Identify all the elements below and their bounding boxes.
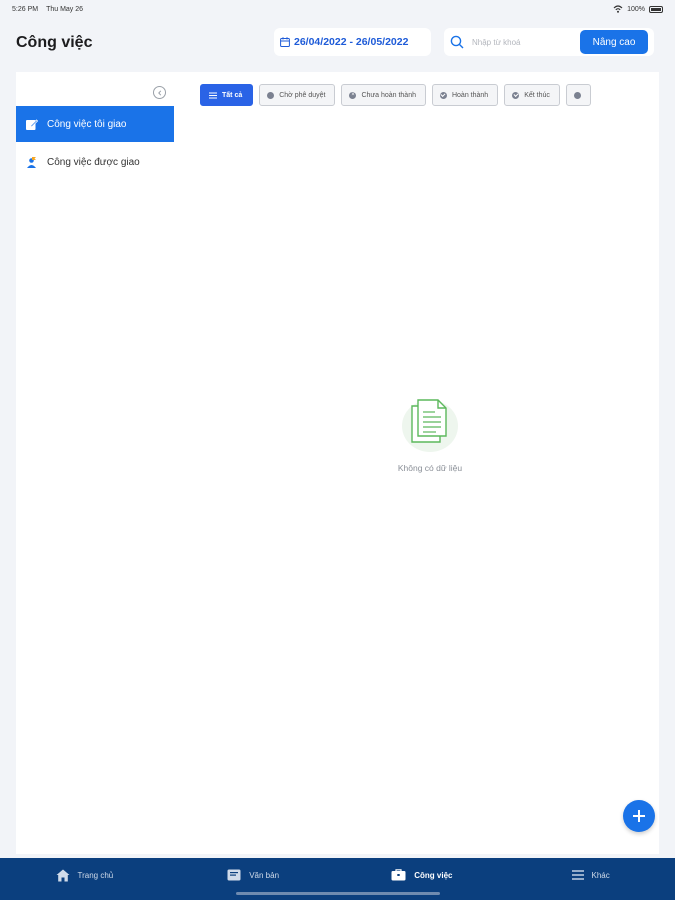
filter-chip-label: Chờ phê duyệt [279, 91, 326, 99]
home-indicator [236, 892, 440, 895]
filter-chip-label: Chưa hoàn thành [361, 91, 416, 99]
tab-label: Công việc [414, 870, 453, 880]
empty-state: Không có dữ liệu [370, 392, 490, 473]
filter-chip-finished[interactable]: Kết thúc [504, 84, 560, 106]
battery-icon [649, 5, 663, 13]
status-time: 5:26 PM [12, 5, 39, 13]
sidebar-item-assigned-by-me[interactable]: Công việc tôi giao [16, 106, 174, 142]
content-panel: Công việc tôi giao Công việc được giao T… [16, 72, 659, 854]
search-icon [450, 35, 464, 49]
sidebar-item-label: Công việc tôi giao [47, 118, 127, 130]
advanced-search-button[interactable]: Nâng cao [580, 30, 648, 54]
filter-chip-label: Kết thúc [524, 91, 550, 99]
page-title: Công việc [16, 34, 93, 51]
header: Công việc 26/04/2022 - 26/05/2022 Nâng c… [0, 22, 675, 64]
pending-icon [267, 91, 275, 99]
date-range-picker[interactable]: 26/04/2022 - 26/05/2022 [274, 28, 431, 56]
menu-icon [571, 870, 584, 880]
status-right: 100% [613, 5, 663, 13]
sidebar: Công việc tôi giao Công việc được giao [16, 72, 174, 854]
calendar-icon [280, 37, 290, 47]
tab-label: Khác [591, 870, 610, 880]
date-range-text: 26/04/2022 - 26/05/2022 [294, 36, 409, 48]
documents-icon [402, 399, 458, 452]
collapse-sidebar-icon[interactable] [153, 86, 166, 99]
wifi-icon [613, 5, 623, 13]
tab-home[interactable]: Trang chủ [0, 858, 169, 892]
document-icon [227, 869, 241, 881]
tab-more[interactable]: Khác [506, 858, 675, 892]
add-task-button[interactable] [623, 800, 655, 832]
status-date: Thu May 26 [46, 5, 84, 13]
check-icon [439, 91, 447, 99]
status-bar: 5:26 PM Thu May 26 100% [0, 0, 675, 18]
empty-state-text: Không có dữ liệu [397, 463, 463, 473]
incomplete-icon [349, 91, 357, 99]
assigned-user-icon [27, 156, 36, 168]
plus-icon [633, 810, 645, 822]
search-box: Nâng cao [444, 28, 654, 56]
filter-chip-completed[interactable]: Hoàn thành [431, 84, 499, 106]
filter-chip-incomplete[interactable]: Chưa hoàn thành [341, 84, 426, 106]
sidebar-item-label: Công việc được giao [47, 156, 140, 168]
check-icon [512, 91, 520, 99]
search-input[interactable] [472, 37, 572, 47]
filter-chip-label: Hoàn thành [451, 91, 489, 99]
tab-label: Trang chủ [77, 870, 114, 880]
tab-tasks[interactable]: Công việc [338, 858, 507, 892]
tab-documents[interactable]: Văn bản [169, 858, 338, 892]
home-icon [56, 869, 69, 881]
tab-label: Văn bản [249, 870, 280, 880]
status-left: 5:26 PM Thu May 26 [12, 6, 83, 13]
sidebar-item-assigned-to-me[interactable]: Công việc được giao [16, 144, 174, 180]
status-filter-chips: Tất cả Chờ phê duyệt Chưa hoàn thành Hoà… [200, 84, 635, 106]
filter-chip-more[interactable] [565, 84, 591, 106]
filter-chip-label: Tất cả [222, 91, 243, 99]
battery-percent: 100% [627, 5, 645, 13]
filter-chip-all[interactable]: Tất cả [200, 84, 254, 106]
list-icon [209, 92, 217, 98]
filter-chip-pending[interactable]: Chờ phê duyệt [259, 84, 336, 106]
more-icon [573, 91, 581, 99]
briefcase-icon [391, 869, 406, 881]
edit-task-icon [26, 118, 38, 130]
